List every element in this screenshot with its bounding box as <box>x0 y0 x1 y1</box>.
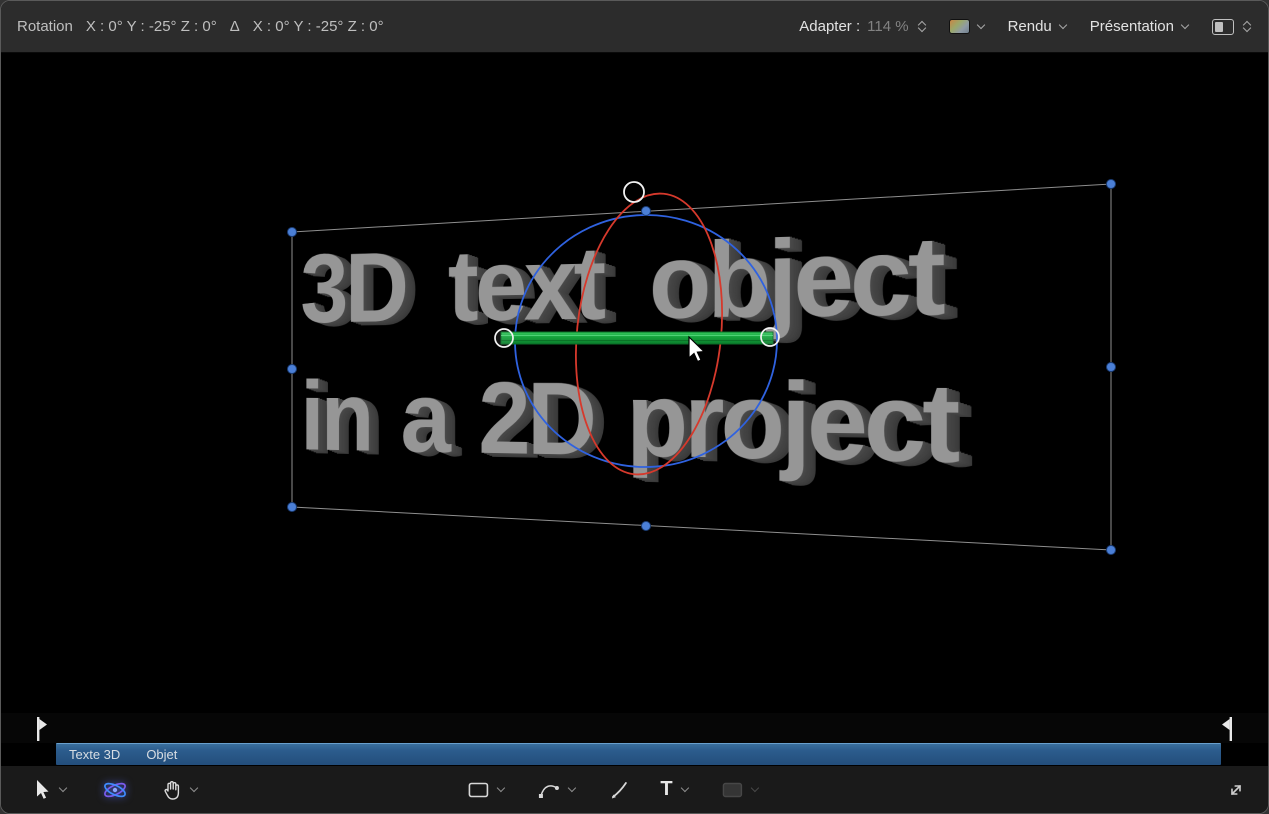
handle-bottom-right[interactable] <box>1107 546 1116 555</box>
3d-transform-icon <box>102 778 128 802</box>
render-menu[interactable]: Rendu <box>1008 18 1068 35</box>
chevron-down-icon <box>567 787 576 793</box>
presentation-menu-label: Présentation <box>1090 18 1174 35</box>
paint-stroke-tool[interactable] <box>608 780 628 800</box>
zoom-label: Adapter : <box>799 18 860 35</box>
select-arrow-icon <box>33 779 51 801</box>
diagonal-resize-icon <box>1226 780 1246 800</box>
ring-handle-top[interactable] <box>624 182 644 202</box>
rotation-readout: Rotation X : 0° Y : -25° Z : 0° Δ X : 0°… <box>17 18 384 35</box>
play-range-out-marker[interactable] <box>1214 715 1238 743</box>
display-layout-menu[interactable] <box>1212 19 1252 35</box>
display-stepper-icon <box>1243 20 1252 33</box>
mask-tool-disabled <box>722 782 760 798</box>
handle-bottom-left[interactable] <box>288 503 297 512</box>
ring-handle-right[interactable] <box>761 328 779 346</box>
track-name-label: Texte 3D <box>69 747 120 762</box>
handle-top-left[interactable] <box>288 228 297 237</box>
play-range-in-marker[interactable] <box>31 715 55 743</box>
bezier-tool[interactable] <box>537 780 576 800</box>
zoom-menu[interactable]: Adapter : 114 % <box>799 18 926 35</box>
ring-handle-left[interactable] <box>495 329 513 347</box>
green-axis-handle-bar[interactable] <box>501 332 773 344</box>
handle-mid-right[interactable] <box>1107 363 1116 372</box>
handle-bottom-mid[interactable] <box>642 522 651 531</box>
transform-3d-tool-selected[interactable] <box>102 778 128 802</box>
canvas-status-toolbar: Rotation X : 0° Y : -25° Z : 0° Δ X : 0°… <box>1 1 1268 53</box>
canvas-viewport[interactable]: 3D text object in a 2D project <box>1 53 1268 713</box>
chevron-down-icon <box>1181 24 1190 30</box>
mask-rectangle-icon <box>722 782 743 798</box>
selection-bounding-box[interactable] <box>292 184 1111 550</box>
chevron-down-icon <box>190 787 199 793</box>
chevron-down-icon <box>1059 24 1068 30</box>
rectangle-icon <box>467 782 488 798</box>
rotation-label: Rotation <box>17 18 73 35</box>
resize-timeline-control[interactable] <box>1226 780 1246 800</box>
mini-timeline-track[interactable]: Texte 3D Objet <box>56 743 1221 765</box>
handle-mid-left[interactable] <box>288 365 297 374</box>
select-transform-tool[interactable] <box>33 779 68 801</box>
rectangle-shape-tool[interactable] <box>467 782 505 798</box>
rotation-delta-values: X : 0° Y : -25° Z : 0° <box>253 18 384 35</box>
handle-top-right[interactable] <box>1107 180 1116 189</box>
tools-toolbar: T <box>1 765 1268 813</box>
color-channels-icon <box>949 19 970 34</box>
display-layout-icon <box>1212 19 1234 35</box>
hand-icon <box>162 779 182 801</box>
text-tool[interactable]: T <box>660 778 689 801</box>
pan-tool[interactable] <box>162 779 199 801</box>
selection-overlay <box>1 53 1268 713</box>
paintbrush-icon <box>608 780 628 800</box>
selection-handles[interactable] <box>288 180 1116 555</box>
bezier-pen-icon <box>537 780 559 800</box>
rotation-values: X : 0° Y : -25° Z : 0° <box>86 18 217 35</box>
chevron-down-icon <box>751 787 760 793</box>
chevron-down-icon <box>977 24 986 30</box>
render-menu-label: Rendu <box>1008 18 1052 35</box>
track-object-label: Objet <box>146 747 177 762</box>
chevron-down-icon <box>681 787 690 793</box>
zoom-value: 114 % <box>867 18 908 35</box>
motion-canvas-window: Rotation X : 0° Y : -25° Z : 0° Δ X : 0°… <box>0 0 1269 814</box>
channels-menu[interactable] <box>949 19 986 34</box>
mini-timeline-ruler <box>1 713 1268 743</box>
handle-top-mid[interactable] <box>642 207 651 216</box>
presentation-menu[interactable]: Présentation <box>1090 18 1190 35</box>
delta-symbol: Δ <box>230 18 240 35</box>
zoom-stepper-icon[interactable] <box>918 20 927 33</box>
chevron-down-icon <box>59 787 68 793</box>
chevron-down-icon <box>496 787 505 793</box>
text-tool-icon: T <box>660 778 672 801</box>
